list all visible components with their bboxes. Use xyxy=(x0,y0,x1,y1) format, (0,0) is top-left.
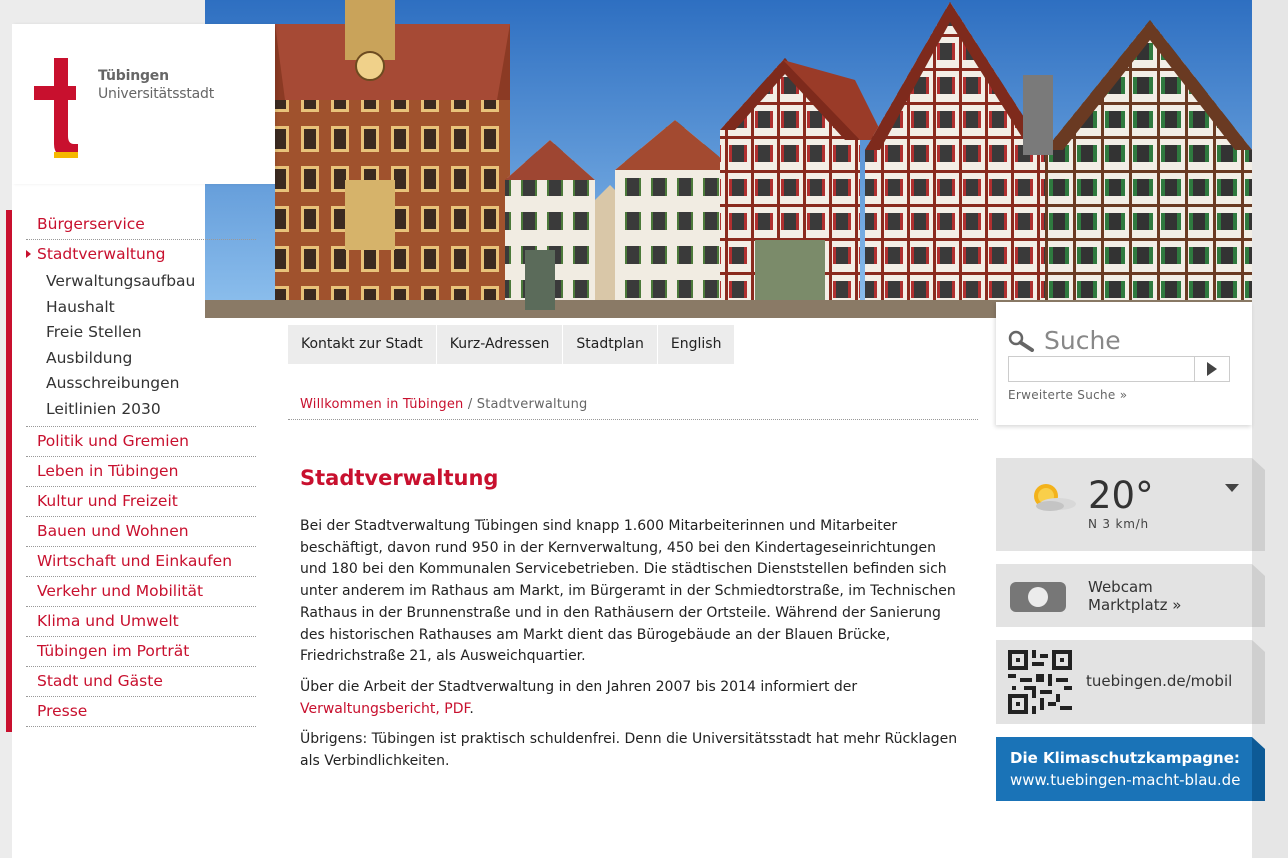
tab-english[interactable]: English xyxy=(657,325,736,364)
nav-item-kultur[interactable]: Kultur und Freizeit xyxy=(26,487,256,517)
nav-item-verkehr[interactable]: Verkehr und Mobilität xyxy=(26,577,256,607)
weather-wind: N 3 km/h xyxy=(1088,517,1149,531)
tab-stadtplan[interactable]: Stadtplan xyxy=(563,325,658,364)
klimaschutz-banner[interactable]: Die Klimaschutzkampagne: www.tuebingen-m… xyxy=(996,737,1252,801)
chevron-down-icon[interactable] xyxy=(1225,484,1239,492)
nav-subitem-verwaltungsaufbau[interactable]: Verwaltungsaufbau xyxy=(26,269,256,295)
tab-kontakt[interactable]: Kontakt zur Stadt xyxy=(288,325,437,364)
breadcrumb-separator: / xyxy=(463,397,477,412)
klima-url: www.tuebingen-macht-blau.de xyxy=(1010,771,1241,789)
webcam-sublabel: Marktplatz » xyxy=(1088,596,1182,614)
nav-item-stadtverwaltung[interactable]: Stadtverwaltung xyxy=(26,240,256,269)
page-title: Stadtverwaltung xyxy=(300,466,499,490)
hero-image-marktplatz xyxy=(205,0,1252,318)
nav-subitem-ausbildung[interactable]: Ausbildung xyxy=(26,346,256,372)
nav-subitem-ausschreibungen[interactable]: Ausschreibungen xyxy=(26,371,256,397)
advanced-search-link[interactable]: Erweiterte Suche » xyxy=(1008,388,1127,402)
webcam-link[interactable]: Webcam Marktplatz » xyxy=(1088,578,1228,614)
search-submit-button[interactable] xyxy=(1194,356,1230,382)
logo-city-name: Tübingen xyxy=(98,68,169,84)
mobile-site-link[interactable]: tuebingen.de/mobil xyxy=(1086,672,1232,690)
nav-item-presse[interactable]: Presse xyxy=(26,697,256,727)
mobile-widget[interactable]: tuebingen.de/mobil xyxy=(996,640,1252,724)
logo-box[interactable]: Tübingen Universitätsstadt xyxy=(12,24,275,184)
content-paragraph: Bei der Stadtverwaltung Tübingen sind kn… xyxy=(300,518,956,665)
nav-item-portraet[interactable]: Tübingen im Porträt xyxy=(26,637,256,667)
nav-item-klima[interactable]: Klima und Umwelt xyxy=(26,607,256,637)
nav-item-buergerservice[interactable]: Bürgerservice xyxy=(26,210,256,240)
main-content: Bei der Stadtverwaltung Tübingen sind kn… xyxy=(300,516,960,782)
active-arrow-icon xyxy=(26,250,31,258)
breadcrumb: Willkommen in Tübingen / Stadtverwaltung xyxy=(300,397,588,412)
breadcrumb-home-link[interactable]: Willkommen in Tübingen xyxy=(300,397,464,412)
nav-accent-bar xyxy=(6,434,12,732)
nav-item-wirtschaft[interactable]: Wirtschaft und Einkaufen xyxy=(26,547,256,577)
service-tabs: Kontakt zur Stadt Kurz-Adressen Stadtpla… xyxy=(288,325,736,364)
nav-subitem-leitlinien[interactable]: Leitlinien 2030 xyxy=(26,397,256,423)
sun-cloud-icon xyxy=(1034,484,1076,511)
nav-subitem-freie-stellen[interactable]: Freie Stellen xyxy=(26,320,256,346)
paragraph-text: . xyxy=(469,700,474,717)
nav-item-bauen[interactable]: Bauen und Wohnen xyxy=(26,517,256,547)
paragraph-text: Über die Arbeit der Stadtverwaltung in d… xyxy=(300,678,858,695)
qr-code-icon xyxy=(1008,650,1072,714)
logo-tagline: Universitätsstadt xyxy=(98,86,215,102)
tab-kurz-adressen[interactable]: Kurz-Adressen xyxy=(436,325,564,364)
webcam-icon xyxy=(1010,582,1066,612)
nav-item-stadt-gaeste[interactable]: Stadt und Gäste xyxy=(26,667,256,697)
content-paragraph: Übrigens: Tübingen ist praktisch schulde… xyxy=(300,731,958,770)
breadcrumb-divider xyxy=(288,419,978,420)
tuebingen-t-logo-icon xyxy=(34,58,78,158)
search-icon xyxy=(1008,330,1034,352)
weather-widget[interactable]: 20° N 3 km/h xyxy=(996,458,1252,551)
main-navigation: Bürgerservice Stadtverwaltung Verwaltung… xyxy=(26,210,256,727)
nav-item-politik[interactable]: Politik und Gremien xyxy=(26,427,256,457)
nav-item-label: Stadtverwaltung xyxy=(37,245,166,263)
search-title: Suche xyxy=(1044,326,1121,355)
page-top-margin xyxy=(0,0,205,24)
verwaltungsbericht-pdf-link[interactable]: Verwaltungsbericht, PDF xyxy=(300,701,469,717)
nav-submenu: Verwaltungsaufbau Haushalt Freie Stellen… xyxy=(26,269,256,427)
nav-subitem-haushalt[interactable]: Haushalt xyxy=(26,295,256,321)
breadcrumb-current: Stadtverwaltung xyxy=(476,397,588,412)
search-box: Suche Erweiterte Suche » xyxy=(996,302,1252,425)
page-right-margin xyxy=(1252,0,1288,858)
klima-headline: Die Klimaschutzkampagne: xyxy=(1010,749,1240,767)
content-paragraph: Über die Arbeit der Stadtverwaltung in d… xyxy=(300,677,960,720)
nav-item-leben[interactable]: Leben in Tübingen xyxy=(26,457,256,487)
webcam-label: Webcam xyxy=(1088,578,1153,596)
search-input[interactable] xyxy=(1008,356,1194,382)
webcam-widget[interactable]: Webcam Marktplatz » xyxy=(996,564,1252,627)
weather-temperature: 20° xyxy=(1088,474,1154,517)
nav-accent-bar xyxy=(6,210,12,434)
play-arrow-icon xyxy=(1207,362,1217,376)
